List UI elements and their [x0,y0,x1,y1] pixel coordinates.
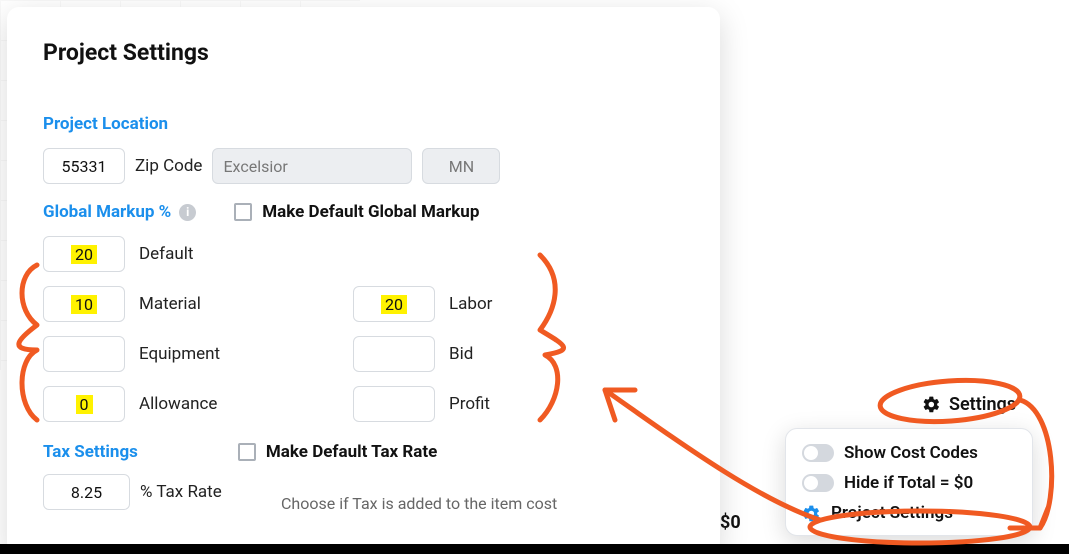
total-amount: $0 [720,512,741,533]
info-icon[interactable]: i [179,204,196,221]
city-input: Excelsior [212,148,412,184]
markup-default-input[interactable]: 20 [43,236,125,272]
state-input: MN [422,148,500,184]
tax-hint: Choose if Tax is added to the item cost [281,494,684,513]
open-project-settings[interactable]: Project Settings [802,503,1016,523]
markup-default-label: Default [139,244,193,264]
section-project-location: Project Location [43,114,168,134]
markup-allowance-input[interactable]: 0 [43,386,125,422]
markup-labor-input[interactable]: 20 [353,286,435,322]
section-global-markup: Global Markup % i [43,202,196,222]
markup-profit-input[interactable] [353,386,435,422]
settings-popover: Show Cost Codes Hide if Total = $0 Proje… [785,428,1033,536]
markup-bid-input[interactable] [353,336,435,372]
markup-profit-label: Profit [449,394,490,414]
settings-button[interactable]: Settings [914,390,1024,419]
toggle-show-cost-codes[interactable]: Show Cost Codes [802,443,1016,463]
gear-icon [922,395,941,414]
markup-material-input[interactable]: 10 [43,286,125,322]
markup-equipment-input[interactable] [43,336,125,372]
tax-rate-label: % Tax Rate [140,482,222,502]
markup-labor-label: Labor [449,294,492,314]
markup-equipment-label: Equipment [139,344,220,364]
tax-rate-input[interactable]: 8.25 [43,474,130,510]
gear-icon [802,504,821,523]
make-default-markup-checkbox[interactable]: Make Default Global Markup [234,202,479,222]
modal-title: Project Settings [43,39,684,66]
markup-material-label: Material [139,294,201,314]
section-tax-settings: Tax Settings [43,442,138,462]
markup-bid-label: Bid [449,344,473,364]
make-default-tax-checkbox[interactable]: Make Default Tax Rate [238,442,437,462]
toggle-hide-if-zero[interactable]: Hide if Total = $0 [802,473,1016,493]
zip-label: Zip Code [135,156,202,176]
markup-allowance-label: Allowance [139,394,217,414]
zip-input[interactable]: 55331 [43,148,125,184]
project-settings-modal: Project Settings Project Location 55331 … [7,7,720,554]
